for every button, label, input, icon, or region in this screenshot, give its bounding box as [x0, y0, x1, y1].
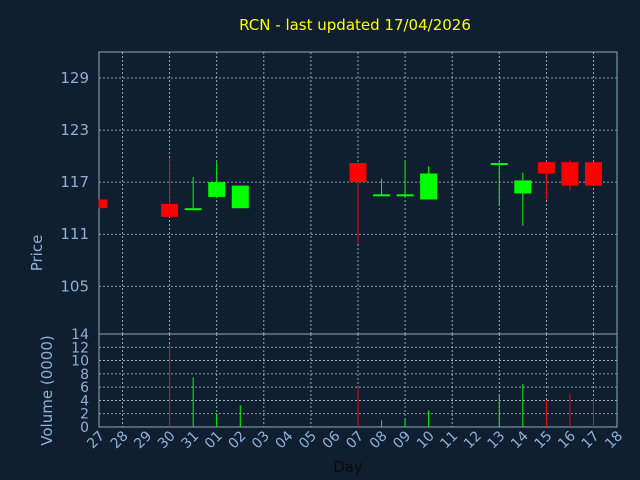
x-tick-label: 02	[225, 428, 249, 452]
x-tick-label: 01	[202, 428, 226, 452]
candle-body	[373, 194, 391, 197]
x-tick-label: 13	[484, 428, 508, 452]
x-axis-label: Day	[333, 458, 363, 476]
candle-body	[537, 162, 555, 174]
price-tick-label: 111	[60, 225, 89, 243]
candle-body	[396, 194, 414, 197]
candle-body	[584, 162, 602, 186]
x-tick-label: 04	[273, 428, 297, 452]
candle-body	[208, 182, 226, 197]
volume-tick-label: 14	[71, 327, 89, 343]
x-tick-label: 16	[555, 428, 579, 452]
volume-axis-ticks: 02468101214	[71, 327, 89, 436]
x-tick-label: 17	[579, 428, 603, 452]
candle-body	[420, 173, 438, 200]
candle-body	[349, 163, 367, 183]
x-tick-label: 31	[178, 428, 202, 452]
x-tick-label: 30	[155, 428, 179, 452]
candle-body	[490, 163, 508, 166]
x-tick-label: 28	[108, 428, 132, 452]
x-tick-label: 14	[508, 428, 532, 452]
candlestick-chart: RCN - last updated 17/04/2026 1051111171…	[28, 16, 626, 476]
price-axis-ticks: 105 111 117 123 129	[60, 69, 89, 295]
candle-body	[514, 180, 532, 194]
x-tick-label: 11	[437, 428, 461, 452]
price-tick-label: 105	[60, 277, 89, 295]
candle-body	[184, 208, 202, 211]
candle-body	[161, 203, 179, 217]
x-tick-label: 06	[320, 428, 344, 452]
candle-body	[231, 185, 249, 209]
volume-bars	[169, 343, 594, 427]
chart-title: RCN - last updated 17/04/2026	[239, 16, 471, 34]
price-tick-label: 117	[60, 173, 89, 191]
candle-body	[561, 162, 579, 186]
x-tick-label: 09	[390, 428, 414, 452]
price-axis-label: Price	[28, 235, 46, 272]
candles	[98, 157, 602, 244]
x-tick-label: 05	[296, 428, 320, 452]
candle-body	[99, 199, 108, 209]
x-tick-label: 08	[367, 428, 391, 452]
volume-axis-label: Volume (0000)	[38, 335, 56, 445]
x-tick-label: 29	[131, 428, 155, 452]
x-tick-label: 18	[602, 428, 626, 452]
x-axis-ticks: 27 28 29 30 31 01 02 03 04 05 06 07 08 09 10 11 12 13 14 15…	[84, 428, 626, 452]
x-tick-label: 10	[414, 428, 438, 452]
x-tick-label: 12	[461, 428, 485, 452]
price-tick-label: 123	[60, 121, 89, 139]
x-tick-label: 07	[343, 428, 367, 452]
x-tick-label: 15	[532, 428, 556, 452]
x-tick-label: 03	[249, 428, 273, 452]
price-tick-label: 129	[60, 69, 89, 87]
